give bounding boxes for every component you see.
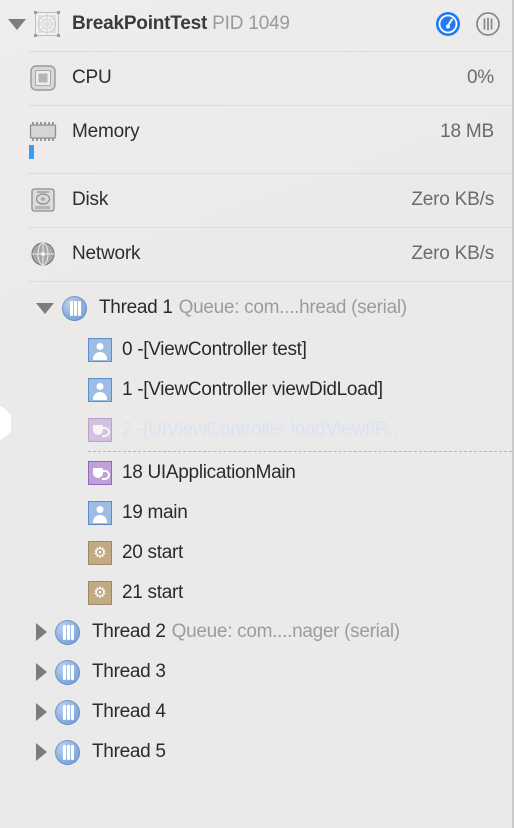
stack-frame-label: 18 UIApplicationMain <box>122 462 296 483</box>
gauge-value-cpu: 0% <box>466 67 494 88</box>
pid-label: PID 1049 <box>212 13 290 34</box>
network-globe-icon <box>28 241 58 267</box>
thread-bars-icon <box>55 619 80 645</box>
gauge-value-network: Zero KB/s <box>411 243 494 264</box>
thread-row-5[interactable]: Thread 5 <box>0 732 512 772</box>
thread-row-1[interactable]: Thread 1 Queue: com....hread (serial) <box>0 288 512 328</box>
thread-5-label: Thread 5 <box>92 741 172 763</box>
thread-4-disclosure-triangle-icon[interactable] <box>36 703 47 721</box>
process-header-row[interactable]: BreakPointTest PID 1049 <box>0 0 512 48</box>
thread-name-label: Thread 2 <box>92 621 166 642</box>
stack-frame-row[interactable]: 1 -[ViewController viewDidLoad] <box>0 370 512 410</box>
stack-frame-label: 19 main <box>122 502 188 523</box>
stack-frame-label: 0 -[ViewController test] <box>122 339 307 360</box>
process-title: BreakPointTest PID 1049 <box>72 13 290 35</box>
gear-icon: ⚙ <box>88 581 112 605</box>
gauge-row-disk[interactable]: Disk Zero KB/s <box>0 173 512 227</box>
thread-1-label: Thread 1 Queue: com....hread (serial) <box>99 297 407 319</box>
app-icon <box>32 9 62 39</box>
person-icon <box>88 501 112 525</box>
row-separator <box>28 51 512 52</box>
stack-frame-row[interactable]: 2 -[UIViewController loadViewIfR... <box>0 410 512 450</box>
gauge-row-memory[interactable]: Memory 18 MB <box>0 105 512 159</box>
row-separator <box>28 173 512 174</box>
gauge-row-cpu[interactable]: CPU 0% <box>0 51 512 105</box>
stack-frame-row[interactable]: 0 -[ViewController test] <box>0 330 512 370</box>
stack-frame-label: 21 start <box>122 582 183 603</box>
thread-queue-label: Queue: com....nager (serial) <box>171 621 400 642</box>
person-icon <box>88 378 112 402</box>
stack-frame-row[interactable]: ⚙ 20 start <box>0 533 512 573</box>
thread-bars-icon <box>62 295 87 321</box>
thread-name-label: Thread 5 <box>92 741 166 762</box>
thread-bars-icon <box>55 699 80 725</box>
gauge-view-button[interactable] <box>434 10 462 38</box>
gauge-label-memory: Memory <box>72 121 140 142</box>
cpu-chip-icon <box>28 65 58 91</box>
hard-disk-icon <box>28 187 58 213</box>
thread-bars-icon <box>55 659 80 685</box>
thread-2-label: Thread 2 Queue: com....nager (serial) <box>92 621 400 643</box>
gauge-label-cpu: CPU <box>72 67 112 88</box>
cup-icon <box>88 418 112 442</box>
cup-icon <box>88 461 112 485</box>
memory-usage-bar <box>29 145 34 159</box>
thread-row-3[interactable]: Thread 3 <box>0 652 512 692</box>
thread-2-disclosure-triangle-icon[interactable] <box>36 623 47 641</box>
process-disclosure-triangle-icon[interactable] <box>8 18 26 30</box>
gear-icon: ⚙ <box>88 541 112 565</box>
thread-name-label: Thread 1 <box>99 297 173 318</box>
gauge-row-network[interactable]: Network Zero KB/s <box>0 227 512 281</box>
stack-frame-label: 2 -[UIViewController loadViewIfR... <box>122 419 404 440</box>
thread-3-label: Thread 3 <box>92 661 172 683</box>
thread-row-4[interactable]: Thread 4 <box>0 692 512 732</box>
thread-4-label: Thread 4 <box>92 701 172 723</box>
gauge-label-network: Network <box>72 243 141 264</box>
person-icon <box>88 338 112 362</box>
header-button-group <box>434 0 502 48</box>
thread-queue-label: Queue: com....hread (serial) <box>178 297 407 318</box>
stack-frame-row[interactable]: 19 main <box>0 493 512 533</box>
row-separator <box>28 105 512 106</box>
thread-name-label: Thread 4 <box>92 701 166 722</box>
stack-frame-label: 20 start <box>122 542 183 563</box>
row-separator <box>28 281 512 282</box>
thread-name-label: Thread 3 <box>92 661 166 682</box>
gauge-value-memory: 18 MB <box>440 121 494 142</box>
compressed-frames-separator <box>88 451 512 452</box>
thread-row-2[interactable]: Thread 2 Queue: com....nager (serial) <box>0 612 512 652</box>
thread-1-disclosure-triangle-icon[interactable] <box>36 302 54 314</box>
thread-view-button[interactable] <box>474 10 502 38</box>
debug-navigator-panel: BreakPointTest PID 1049 CPU 0% Memory 18… <box>0 0 514 828</box>
stack-frame-row[interactable]: ⚙ 21 start <box>0 573 512 613</box>
stack-frame-label: 1 -[ViewController viewDidLoad] <box>122 379 383 400</box>
thread-3-disclosure-triangle-icon[interactable] <box>36 663 47 681</box>
thread-bars-icon <box>55 739 80 765</box>
gauge-value-disk: Zero KB/s <box>411 189 494 210</box>
thread-5-disclosure-triangle-icon[interactable] <box>36 743 47 761</box>
row-separator <box>28 227 512 228</box>
memory-chip-icon <box>28 119 58 145</box>
gauge-label-disk: Disk <box>72 189 109 210</box>
app-name-label: BreakPointTest <box>72 13 208 34</box>
stack-frame-row[interactable]: 18 UIApplicationMain <box>0 453 512 493</box>
